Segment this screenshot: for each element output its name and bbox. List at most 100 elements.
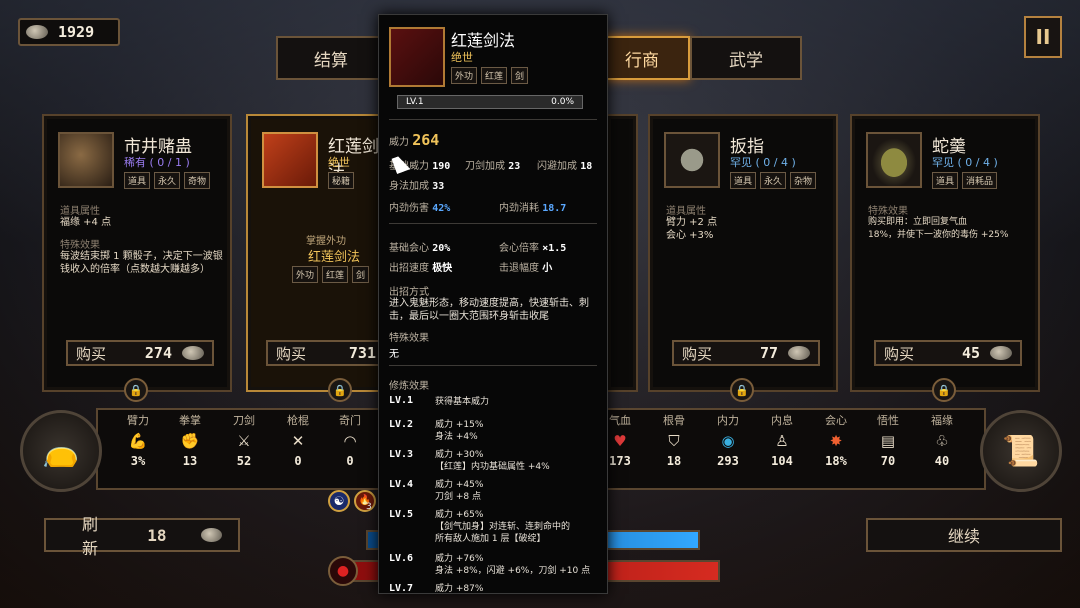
level-tag: LV.7 [389,583,414,594]
item-rarity: 稀有 ( 0 / 1 ) [124,156,190,169]
buy-button[interactable]: 购买 274 [66,340,214,366]
tab-merchant[interactable]: 行商 [594,36,690,80]
item-tag: 消耗品 [962,172,998,189]
shop-card-2[interactable]: 红莲剑法 绝世 秘籍 掌握外功 红莲剑法 外功 红莲 剑 购买 731 [246,114,386,392]
item-tag: 道具 [932,172,959,189]
move-bonus-label: 身法加成 [389,181,429,192]
shop-card-3[interactable] [606,114,638,392]
level-tag: LV.1 [389,395,414,406]
shop-card-1[interactable]: 市井赌蛊 稀有 ( 0 / 1 ) 道具 永久 奇物 道具属性 福缘 +4 点 … [42,114,232,392]
crit-label: 基础会心 [389,243,429,254]
refresh-label: 刷新 [82,515,99,558]
level-tag: LV.2 [389,419,414,430]
buy-label: 购买 [76,344,107,363]
buy-button[interactable]: 购买 731 [266,340,386,366]
coin-icon [200,528,222,542]
divider [389,223,597,224]
move-bonus-value: 33 [432,181,445,192]
lock-icon[interactable]: 🔒 [328,378,352,402]
level-tag: LV.3 [389,449,414,460]
center-title: 红莲剑法 [308,250,361,265]
buy-button[interactable]: 购买 45 [874,340,1022,366]
shop-card-4[interactable]: 扳指 罕见 ( 0 / 4 ) 道具 永久 杂物 道具属性 臂力 +2 点 会心… [648,114,838,392]
dice-cup-icon [58,132,114,188]
gourd-icon: ♧ [935,432,949,450]
center-heading: 掌握外功 [306,236,346,247]
lock-icon[interactable]: 🔒 [730,378,754,402]
level-progress-bar: LV.1 0.0% [397,95,583,109]
buy-label: 购买 [276,344,307,363]
lock-icon[interactable]: 🔒 [124,378,148,402]
price: 731 [348,344,376,362]
bag-icon[interactable]: 👝 [20,410,102,492]
level-progress: 0.0% [551,97,574,107]
stat-label: 根骨 [663,414,685,427]
fan-icon: ◠ [343,432,357,450]
item-tag: 外功 [292,266,319,283]
effect-heading: 特殊效果 [868,206,908,217]
level-label: LV.1 [406,97,424,107]
tab-settlement[interactable]: 结算 [276,36,386,80]
item-tag: 道具 [730,172,757,189]
stat-luck: 福缘 ♧ 40 [922,412,962,468]
level-effect: 获得基本威力 [435,397,490,407]
orb-icon: ◉ [721,432,735,450]
book-icon: ▤ [880,432,896,450]
price: 45 [961,344,980,362]
refresh-button[interactable]: 刷新 18 [44,515,240,558]
tab-label: 结算 [314,50,348,71]
stat-value: 293 [717,454,739,468]
stat-label: 会心 [825,414,847,427]
tooltip-title: 红莲剑法 [451,31,516,50]
pause-button[interactable]: II [1024,16,1062,58]
level-effect: 威力 +15% 身法 +4% [435,420,484,442]
buy-label: 购买 [884,344,915,363]
stat-wisdom: 悟性 ▤ 70 [868,412,908,468]
stat-value: 40 [934,454,950,468]
effect-text: 无 [389,349,399,360]
stat-qimen: 奇门 ◠ 0 [330,412,370,468]
currency-display: 1929 [18,18,120,46]
tab-martial-arts[interactable]: 武学 [690,36,802,80]
yin-yang-icon[interactable]: ☯ [328,490,350,512]
shop-card-5[interactable]: 蛇羹 罕见 ( 0 / 4 ) 道具 消耗品 特殊效果 购买即用：立即回复气血 … [850,114,1040,392]
power-label: 威力 [389,137,409,148]
item-tag: 秘籍 [328,172,355,189]
crit-mult-label: 会心倍率 [499,243,539,254]
coin-icon [990,346,1012,360]
stat-fist: 拳掌 ✊ 13 [170,412,210,468]
ring-icon [664,132,720,188]
arm-icon: 💪 [128,432,148,450]
level-tag: LV.5 [389,509,414,520]
fire-icon[interactable]: 🔥 [354,490,376,512]
price: 77 [759,344,778,362]
effect-heading: 特殊效果 [389,333,429,344]
level-effect: 威力 +30% 【红莲】内功基础属性 +4% [435,450,550,472]
power-value: 264 [412,131,440,149]
fist-icon: ✊ [180,432,200,450]
stat-value: 104 [771,454,793,468]
blade-bonus-value: 23 [508,161,521,172]
buy-button[interactable]: 购买 77 [672,340,820,366]
crit-icon: ✸ [829,432,843,450]
stat-arm: 臂力 💪 3% [118,412,158,468]
stat-value: 0 [294,454,302,468]
skill-tooltip: 红莲剑法 绝世 外功 红莲 剑 LV.1 0.0% 威力 264 基础威力 19… [378,14,608,594]
continue-button[interactable]: 继续 [866,518,1062,552]
meditate-icon: ♙ [775,432,789,450]
red-lotus-sword-icon [389,27,445,87]
level-effect: 威力 +65% 【剑气加身】对连斩、连刺命中的 所有敌人施加 1 层【破绽】 [435,510,571,544]
lock-icon[interactable]: 🔒 [932,378,956,402]
stat-label: 臂力 [127,414,149,427]
price: 274 [144,344,172,362]
tooltip-tag: 剑 [511,67,529,84]
speed-label: 出招速度 [389,263,429,274]
level-tag: LV.4 [389,479,414,490]
stat-label: 刀剑 [233,414,255,427]
item-rarity: 罕见 ( 0 / 4 ) [730,156,796,169]
map-scroll-icon[interactable]: 📜 [980,410,1062,492]
stat-label: 奇门 [339,414,361,427]
continue-label: 继续 [947,527,980,546]
refresh-cost: 18 [147,525,167,545]
dodge-bonus-label: 闪避加成 [537,161,577,172]
